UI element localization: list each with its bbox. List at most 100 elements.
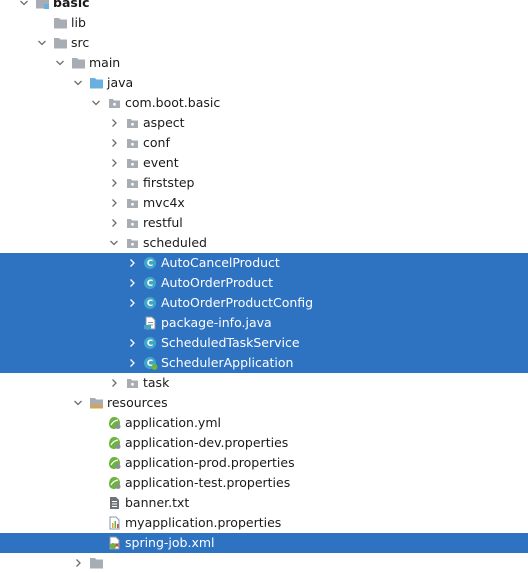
chevron-right-icon[interactable] [126,273,138,293]
tree-row[interactable] [0,553,528,573]
tree-item-label: ScheduledTaskService [161,335,300,350]
tree-item-label: java [107,75,134,90]
chevron-down-icon[interactable] [54,53,66,73]
class-icon: C [143,256,158,270]
chevron-right-icon[interactable] [108,113,120,133]
tree-item-label: application-dev.properties [125,435,289,450]
tree-item-label: mvc4x [143,195,185,210]
tree-row[interactable]: resources [0,393,528,413]
tree-item-label: spring-job.xml [125,535,215,550]
tree-row[interactable]: C AutoCancelProduct [0,253,528,273]
package-icon [125,196,140,210]
tree-item-label: AutoOrderProductConfig [161,295,314,310]
tree-row[interactable]: mvc4x [0,193,528,213]
chevron-right-icon[interactable] [108,193,120,213]
package-icon [125,376,140,390]
class-icon: C [143,296,158,310]
tree-row[interactable]: scheduled [0,233,528,253]
tree-row[interactable]: event [0,153,528,173]
chevron-right-icon[interactable] [126,253,138,273]
tree-row[interactable]: package-info.java [0,313,528,333]
tree-row[interactable]: restful [0,213,528,233]
tree-row[interactable]: src [0,33,528,53]
spring-config-icon [107,476,122,490]
tree-item-label: AutoCancelProduct [161,255,280,270]
tree-row[interactable]: application-prod.properties [0,453,528,473]
chevron-down-icon[interactable] [36,33,48,53]
tree-row[interactable]: C AutoOrderProductConfig [0,293,528,313]
spring-class-icon: C [143,356,158,370]
chevron-down-icon[interactable] [72,393,84,413]
tree-item-label: main [89,55,121,70]
tree-item-label: com.boot.basic [125,95,221,110]
spring-config-icon [107,436,122,450]
package-icon [125,156,140,170]
tree-item-label: task [143,375,170,390]
tree-item-label: basic [53,0,90,10]
chevron-right-icon[interactable] [108,133,120,153]
class-icon: C [143,276,158,290]
package-icon [125,236,140,250]
tree-row[interactable]: application-test.properties [0,473,528,493]
tree-row[interactable]: C AutoOrderProduct [0,273,528,293]
tree-item-label: application.yml [125,415,221,430]
chevron-right-icon[interactable] [72,553,84,573]
tree-item-label: banner.txt [125,495,190,510]
tree-item-label: resources [107,395,168,410]
chevron-right-icon[interactable] [108,153,120,173]
chevron-right-icon[interactable] [126,353,138,373]
chevron-right-icon[interactable] [108,173,120,193]
chevron-down-icon[interactable] [108,233,120,253]
tree-item-label: package-info.java [161,315,272,330]
chevron-right-icon[interactable] [108,373,120,393]
xml-file-icon [107,536,122,550]
spring-config-icon [107,416,122,430]
tree-item-label: src [71,35,90,50]
tree-item-label: restful [143,215,183,230]
spring-config-icon [107,456,122,470]
package-icon [125,216,140,230]
tree-item-label: conf [143,135,170,150]
chevron-down-icon[interactable] [72,73,84,93]
tree-item-label: lib [71,15,86,30]
tree-row[interactable]: java [0,73,528,93]
tree-row[interactable]: conf [0,133,528,153]
svg-text:C: C [147,339,153,349]
chevron-down-icon[interactable] [90,93,102,113]
folder-icon [89,556,104,570]
svg-text:C: C [147,279,153,289]
tree-row[interactable]: application-dev.properties [0,433,528,453]
tree-row[interactable]: C ScheduledTaskService [0,333,528,353]
folder-icon [53,16,68,30]
folder-icon [53,36,68,50]
svg-text:C: C [147,299,153,309]
tree-row[interactable]: lib [0,13,528,33]
tree-row[interactable]: application.yml [0,413,528,433]
svg-text:C: C [147,259,153,269]
resources-folder-icon [89,396,104,410]
chevron-right-icon[interactable] [126,293,138,313]
tree-item-label: myapplication.properties [125,515,282,530]
tree-item-label: event [143,155,179,170]
tree-row[interactable]: myapplication.properties [0,513,528,533]
tree-row[interactable]: task [0,373,528,393]
properties-file-icon [107,516,122,530]
tree-row[interactable]: aspect [0,113,528,133]
folder-icon [71,56,86,70]
tree-row[interactable]: firststep [0,173,528,193]
chevron-right-icon[interactable] [108,213,120,233]
module-folder-icon [35,0,50,10]
tree-row[interactable]: basic [0,0,528,13]
tree-item-label: AutoOrderProduct [161,275,274,290]
tree-item-label: application-test.properties [125,475,291,490]
tree-item-label: scheduled [143,235,207,250]
tree-row[interactable]: com.boot.basic [0,93,528,113]
tree-row[interactable]: C SchedulerApplication [0,353,528,373]
tree-row[interactable]: spring-job.xml [0,533,528,553]
chevron-down-icon[interactable] [18,0,30,13]
tree-row[interactable]: main [0,53,528,73]
text-file-icon [107,496,122,510]
class-icon: C [143,336,158,350]
tree-row[interactable]: banner.txt [0,493,528,513]
chevron-right-icon[interactable] [126,333,138,353]
